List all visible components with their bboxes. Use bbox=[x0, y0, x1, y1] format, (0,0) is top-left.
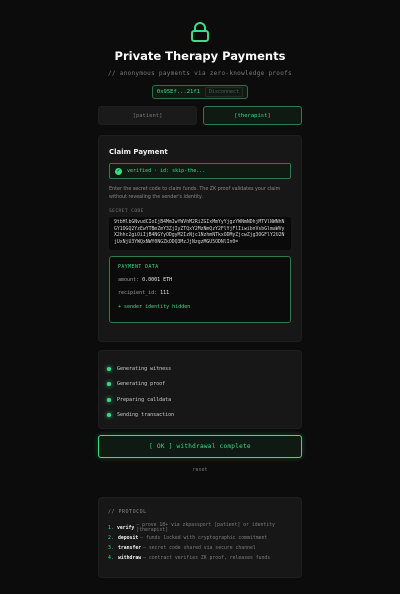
role-tabs: [patient] [therapist] bbox=[98, 106, 302, 125]
wallet-address: 0x95Ef...21f1 bbox=[156, 89, 200, 95]
item-key: withdraw bbox=[118, 555, 142, 561]
withdrawal-complete-button[interactable]: [ OK ] withdrawal complete bbox=[98, 435, 302, 458]
protocol-list: 1. verify — prove 18+ via zkpassport [pati… bbox=[108, 523, 292, 563]
disconnect-button[interactable]: Disconnect bbox=[204, 87, 244, 97]
recipient-value: 111 bbox=[160, 290, 170, 296]
item-desc: — funds locked with cryptographic commit… bbox=[140, 535, 268, 541]
reset-link[interactable]: reset bbox=[98, 467, 302, 473]
tab-patient[interactable]: [patient] bbox=[98, 106, 197, 125]
step-item: Generating witness bbox=[107, 361, 293, 377]
recipient-label: recipient_id: bbox=[118, 290, 158, 296]
item-desc: — secret code shared via secure channel bbox=[143, 545, 256, 551]
item-number: 1. bbox=[108, 525, 114, 531]
payment-data-title: PAYMENT DATA bbox=[118, 265, 159, 270]
check-icon: ✓ bbox=[115, 167, 122, 175]
item-desc: — prove 18+ via zkpassport [patient] or … bbox=[136, 523, 275, 533]
tab-therapist[interactable]: [therapist] bbox=[203, 106, 302, 125]
lock-icon bbox=[191, 22, 209, 42]
step-item: Generating proof bbox=[107, 377, 293, 393]
claim-title: Claim Payment bbox=[109, 148, 168, 156]
item-number: 3. bbox=[108, 545, 114, 551]
step-item: Preparing calldata bbox=[107, 392, 293, 408]
status-dot-icon bbox=[107, 413, 111, 418]
item-number: 2. bbox=[108, 535, 114, 541]
item-number: 4. bbox=[108, 555, 114, 561]
amount-value: 0.0001 ETH bbox=[142, 277, 173, 283]
step-label: Generating witness bbox=[117, 365, 172, 372]
recipient-row: recipient_id: 111 bbox=[118, 290, 282, 296]
step-label: Preparing calldata bbox=[117, 396, 172, 403]
payment-data-panel: PAYMENT DATA amount: 0.0001 ETH recipien… bbox=[109, 256, 291, 323]
header: Private Therapy Payments // anonymous pa… bbox=[0, 0, 400, 99]
protocol-title: // PROTOCOL bbox=[108, 509, 147, 515]
step-item: Sending transaction bbox=[107, 408, 293, 424]
verified-text: verified · id: skip-the... bbox=[127, 168, 206, 174]
amount-label: amount: bbox=[118, 277, 140, 283]
page-title: Private Therapy Payments bbox=[114, 49, 286, 63]
list-item: 2. deposit — funds locked with cryptograph… bbox=[108, 533, 292, 543]
item-key: transfer bbox=[118, 545, 142, 551]
claim-description: Enter the secret code to claim funds. Th… bbox=[109, 187, 281, 200]
step-label: Generating proof bbox=[117, 381, 166, 388]
item-key: verify bbox=[116, 525, 135, 531]
status-dot-icon bbox=[107, 397, 111, 402]
sender-hidden-note: + sender identity hidden bbox=[118, 304, 191, 310]
list-item: 1. verify — prove 18+ via zkpassport [pati… bbox=[108, 523, 292, 533]
wallet-badge: 0x95Ef...21f1 Disconnect bbox=[151, 85, 249, 99]
step-label: Sending transaction bbox=[117, 412, 175, 419]
protocol-card: // PROTOCOL 1. verify — prove 18+ via zkpa… bbox=[98, 497, 302, 578]
verified-badge: ✓ verified · id: skip-the... bbox=[109, 163, 291, 179]
item-key: deposit bbox=[118, 535, 139, 541]
secret-code-field[interactable]: 9tbHlbGNvudCIoIjB4MmIwYWVhM2RiZGIxMmYyYj… bbox=[109, 217, 291, 250]
page-subtitle: // anonymous payments via zero-knowledge… bbox=[108, 70, 292, 77]
item-desc: — contract verifies ZK proof, releases f… bbox=[143, 555, 271, 561]
status-dot-icon bbox=[107, 366, 111, 371]
progress-steps: Generating witness Generating proof Prep… bbox=[98, 350, 302, 429]
status-dot-icon bbox=[107, 382, 111, 387]
list-item: 4. withdraw — contract verifies ZK proof, … bbox=[108, 553, 292, 563]
list-item: 3. transfer — secret code shared via secur… bbox=[108, 543, 292, 553]
claim-payment-card: Claim Payment ✓ verified · id: skip-the.… bbox=[98, 135, 302, 342]
secret-code-label: SECRET CODE bbox=[109, 209, 144, 214]
amount-row: amount: 0.0001 ETH bbox=[118, 277, 282, 283]
